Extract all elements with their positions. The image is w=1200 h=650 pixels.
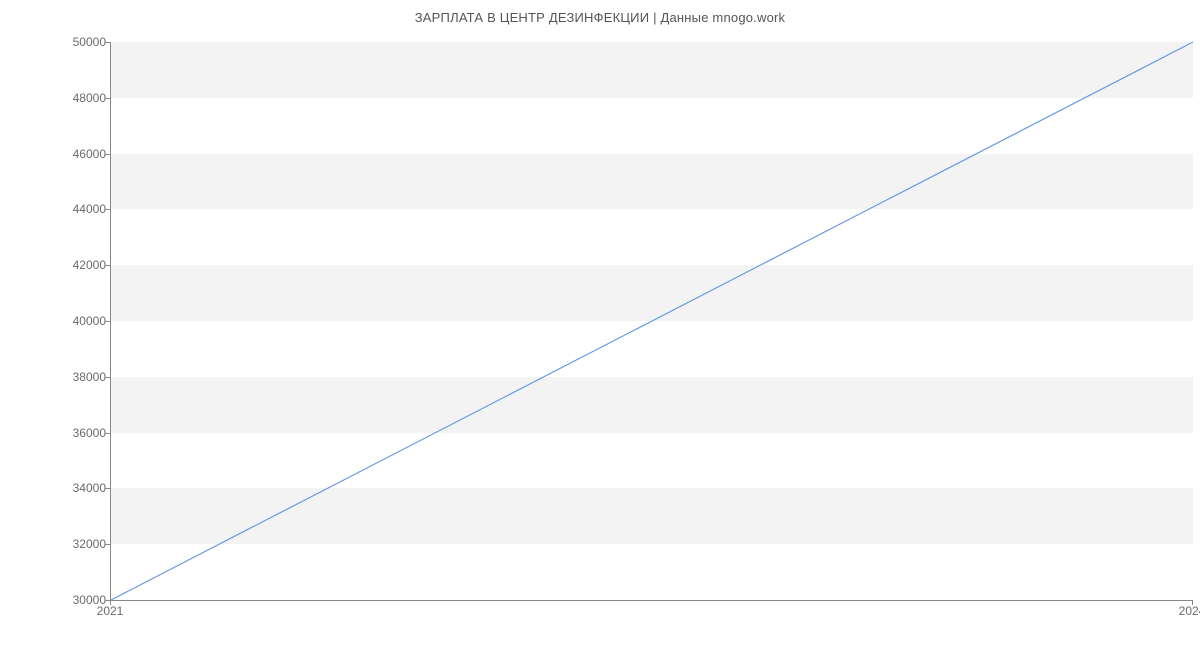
y-tick-mark bbox=[105, 544, 110, 545]
chart-container: ЗАРПЛАТА В ЦЕНТР ДЕЗИНФЕКЦИИ | Данные mn… bbox=[0, 0, 1200, 650]
y-tick-mark bbox=[105, 265, 110, 266]
y-tick-mark bbox=[105, 488, 110, 489]
x-tick-label: 2021 bbox=[97, 604, 124, 618]
y-tick-mark bbox=[105, 42, 110, 43]
y-tick-label: 36000 bbox=[26, 426, 106, 440]
y-tick-label: 32000 bbox=[26, 537, 106, 551]
y-tick-mark bbox=[105, 377, 110, 378]
y-tick-label: 48000 bbox=[26, 91, 106, 105]
y-tick-label: 46000 bbox=[26, 147, 106, 161]
y-tick-mark bbox=[105, 98, 110, 99]
y-tick-label: 30000 bbox=[26, 593, 106, 607]
chart-title: ЗАРПЛАТА В ЦЕНТР ДЕЗИНФЕКЦИИ | Данные mn… bbox=[0, 0, 1200, 25]
y-tick-mark bbox=[105, 209, 110, 210]
y-tick-label: 44000 bbox=[26, 202, 106, 216]
x-tick-mark bbox=[1192, 600, 1193, 605]
y-tick-mark bbox=[105, 321, 110, 322]
y-tick-mark bbox=[105, 433, 110, 434]
y-tick-label: 40000 bbox=[26, 314, 106, 328]
plot-area bbox=[110, 42, 1193, 601]
x-tick-label: 2024 bbox=[1179, 604, 1200, 618]
y-tick-mark bbox=[105, 154, 110, 155]
series-line bbox=[111, 42, 1193, 600]
y-tick-label: 42000 bbox=[26, 258, 106, 272]
line-series bbox=[111, 42, 1193, 600]
y-tick-label: 38000 bbox=[26, 370, 106, 384]
y-tick-label: 34000 bbox=[26, 481, 106, 495]
x-tick-mark bbox=[110, 600, 111, 605]
y-tick-label: 50000 bbox=[26, 35, 106, 49]
